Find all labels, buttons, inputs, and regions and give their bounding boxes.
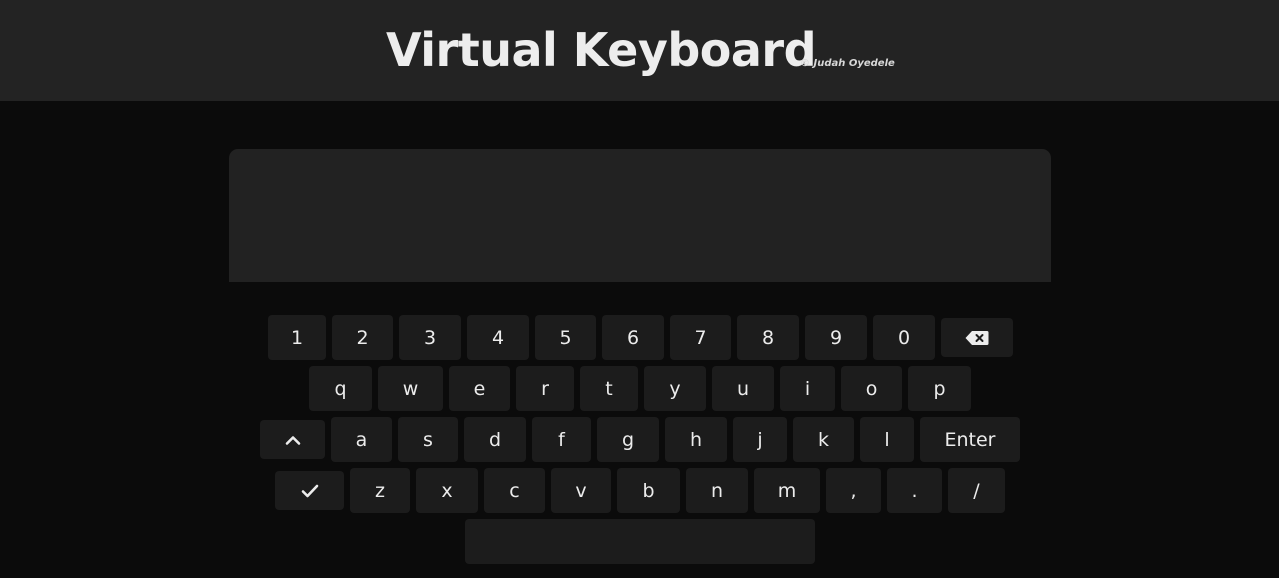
key-s[interactable]: s — [398, 417, 458, 462]
key-a[interactable]: a — [331, 417, 392, 462]
key-k[interactable]: k — [793, 417, 854, 462]
chevron-up-icon — [285, 435, 300, 445]
page-title: Virtual Keyboard — [386, 23, 817, 77]
key-8[interactable]: 8 — [737, 315, 799, 360]
key-6[interactable]: 6 — [602, 315, 664, 360]
key-c[interactable]: c — [484, 468, 545, 513]
key-2[interactable]: 2 — [332, 315, 393, 360]
key-5[interactable]: 5 — [535, 315, 596, 360]
key-comma[interactable]: , — [826, 468, 881, 513]
backspace-key[interactable] — [941, 318, 1013, 357]
key-7[interactable]: 7 — [670, 315, 731, 360]
key-x[interactable]: x — [416, 468, 478, 513]
key-j[interactable]: j — [733, 417, 787, 462]
key-d[interactable]: d — [464, 417, 526, 462]
key-b[interactable]: b — [617, 468, 680, 513]
key-period[interactable]: . — [887, 468, 942, 513]
key-g[interactable]: g — [597, 417, 659, 462]
backspace-icon — [965, 330, 989, 345]
key-y[interactable]: y — [644, 366, 706, 411]
checkmark-icon — [301, 484, 318, 497]
key-n[interactable]: n — [686, 468, 748, 513]
header: Virtual Keyboard © Judah Oyedele — [0, 0, 1279, 101]
key-3[interactable]: 3 — [399, 315, 461, 360]
key-v[interactable]: v — [551, 468, 611, 513]
key-e[interactable]: e — [449, 366, 510, 411]
caps-lock-key[interactable] — [260, 420, 325, 459]
key-9[interactable]: 9 — [805, 315, 867, 360]
key-r[interactable]: r — [516, 366, 574, 411]
author-credit: © Judah Oyedele — [800, 58, 895, 69]
key-l[interactable]: l — [860, 417, 914, 462]
key-slash[interactable]: / — [948, 468, 1005, 513]
key-u[interactable]: u — [712, 366, 774, 411]
key-p[interactable]: p — [908, 366, 971, 411]
key-0[interactable]: 0 — [873, 315, 935, 360]
done-key[interactable] — [275, 471, 344, 510]
key-1[interactable]: 1 — [268, 315, 326, 360]
text-input[interactable] — [229, 149, 1051, 282]
key-m[interactable]: m — [754, 468, 820, 513]
enter-key[interactable]: Enter — [920, 417, 1020, 462]
key-f[interactable]: f — [532, 417, 591, 462]
key-h[interactable]: h — [665, 417, 727, 462]
key-i[interactable]: i — [780, 366, 835, 411]
key-t[interactable]: t — [580, 366, 638, 411]
key-4[interactable]: 4 — [467, 315, 529, 360]
key-q[interactable]: q — [309, 366, 372, 411]
key-z[interactable]: z — [350, 468, 410, 513]
key-w[interactable]: w — [378, 366, 443, 411]
spacebar-key[interactable] — [465, 519, 815, 564]
key-o[interactable]: o — [841, 366, 902, 411]
